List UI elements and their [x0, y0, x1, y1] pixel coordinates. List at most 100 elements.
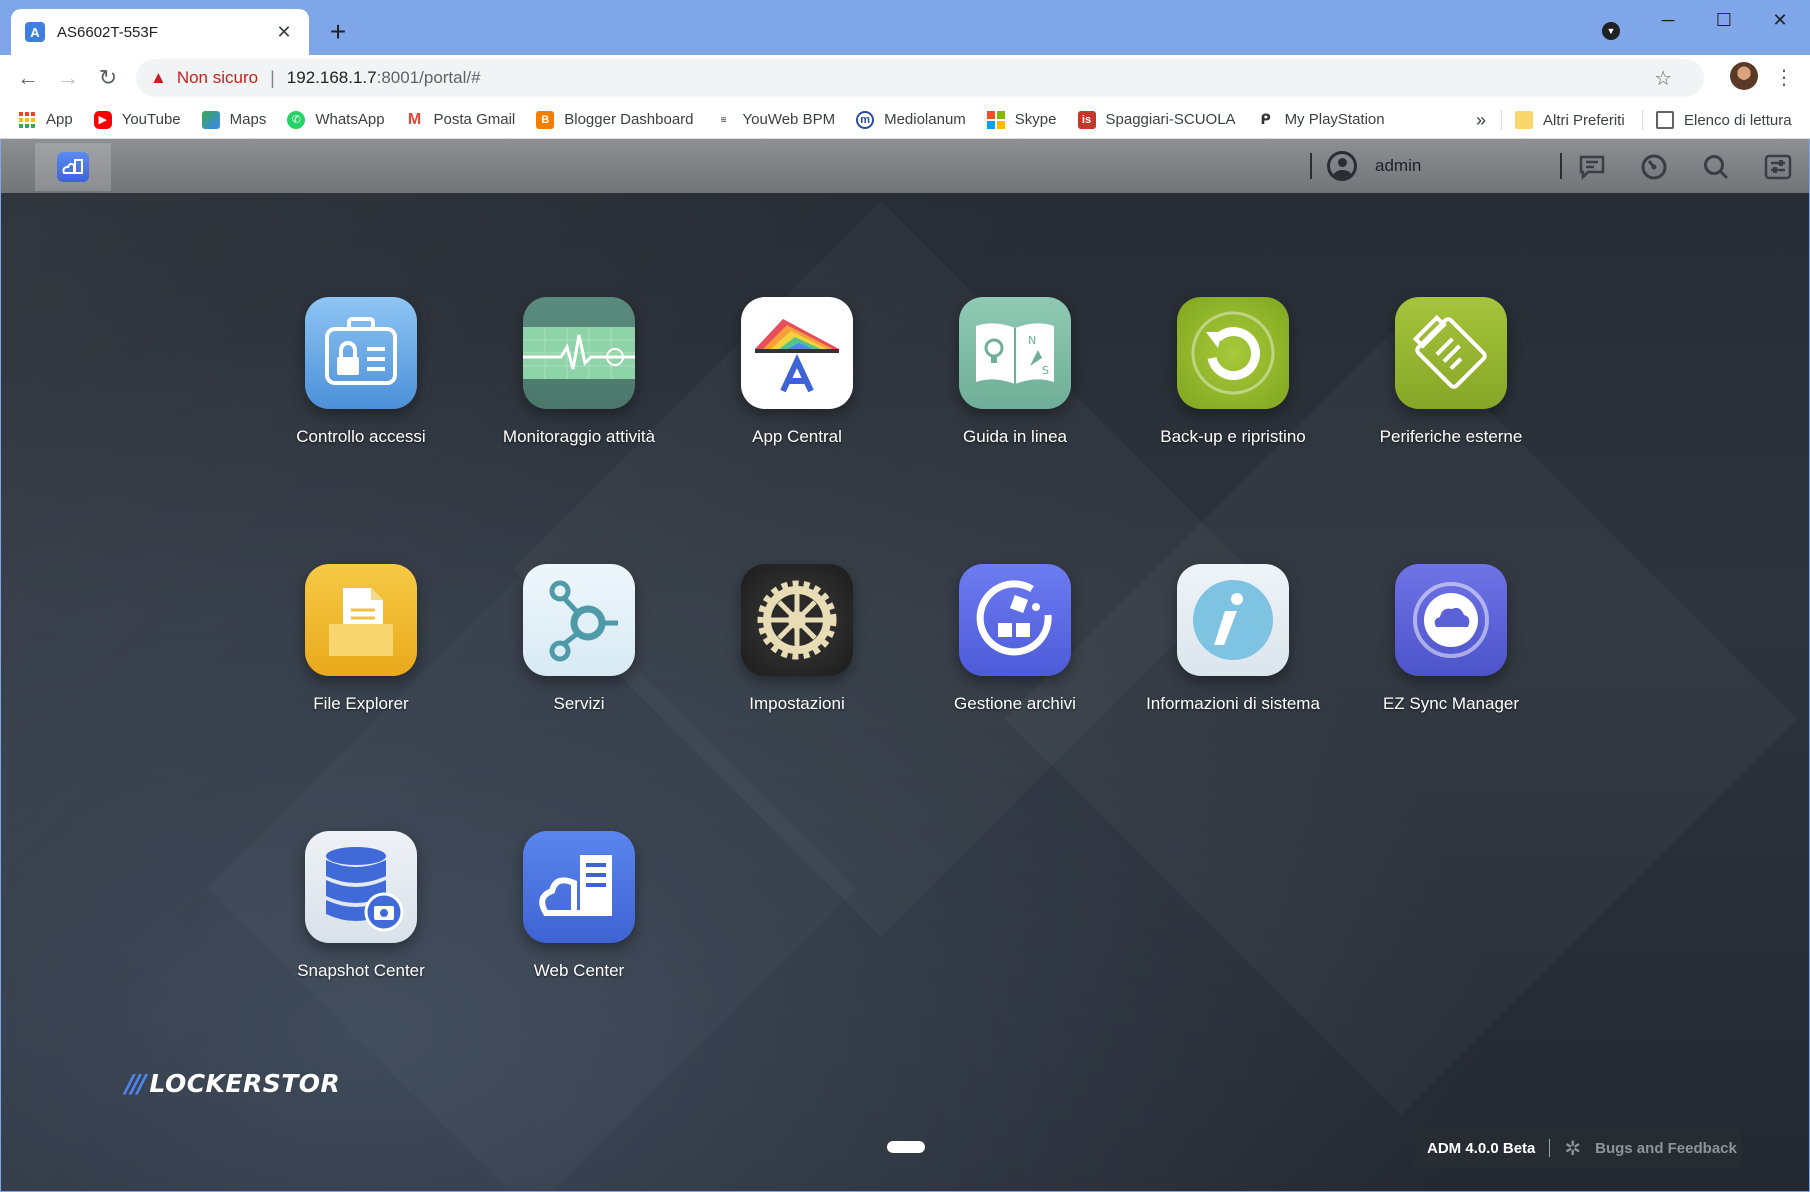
app-label: Impostazioni [749, 694, 845, 713]
snapshot-center-icon [305, 831, 417, 943]
bugs-feedback-link[interactable]: ✲ Bugs and Feedback [1564, 1136, 1736, 1161]
lockerstor-logo: /// LOCKERSTOR [125, 1069, 340, 1098]
badge-divider [1549, 1139, 1551, 1157]
security-label[interactable]: Non sicuro [177, 68, 258, 88]
app-label: Informazioni di sistema [1146, 694, 1320, 713]
bookmark-mediolanum[interactable]: m Mediolanum [856, 110, 966, 129]
app-informazioni-sistema[interactable]: Informazioni di sistema [1133, 564, 1333, 715]
tab-title: AS6602T-553F [57, 23, 158, 41]
feedback-label: Bugs and Feedback [1595, 1139, 1737, 1157]
app-label: Periferiche esterne [1379, 427, 1523, 446]
playstation-icon: ᑭ [1260, 111, 1271, 127]
chrome-menu-icon[interactable]: ⋮ [1774, 64, 1794, 92]
bookmark-label: YouWeb BPM [742, 111, 836, 128]
app-guida-in-linea[interactable]: NS Guida in linea [915, 297, 1115, 448]
ez-sync-icon [1395, 564, 1507, 676]
app-label: Back-up e ripristino [1160, 427, 1306, 446]
app-label: Guida in linea [963, 427, 1067, 446]
mediolanum-icon: m [856, 110, 875, 129]
browser-toolbar: ← → ↻ ▲ Non sicuro | 192.168.1.7:8001/po… [0, 55, 1810, 101]
bookmark-star-icon[interactable]: ☆ [1654, 66, 1672, 91]
bookmark-spaggiari[interactable]: is Spaggiari-SCUOLA [1077, 110, 1236, 129]
url-text[interactable]: 192.168.1.7:8001/portal/# [287, 68, 481, 88]
bookmark-gmail[interactable]: M Posta Gmail [406, 110, 516, 129]
reading-list-label: Elenco di lettura [1684, 111, 1792, 129]
app-gestione-archivi[interactable]: Gestione archivi [915, 564, 1115, 715]
close-tab-icon[interactable]: ✕ [273, 21, 295, 43]
app-controllo-accessi[interactable]: Controllo accessi [261, 297, 461, 448]
bookmark-maps[interactable]: Maps [201, 110, 266, 129]
forward-arrow-icon[interactable]: → [54, 64, 82, 92]
adm-version: ADM 4.0.0 Beta [1427, 1139, 1536, 1157]
other-bookmarks-label: Altri Preferiti [1543, 111, 1625, 129]
app-servizi[interactable]: Servizi [479, 564, 679, 715]
maps-icon [201, 110, 220, 129]
warning-triangle-icon: ▲ [150, 68, 167, 87]
bookmark-label: Spaggiari-SCUOLA [1105, 111, 1236, 128]
spaggiari-icon: is [1077, 110, 1096, 129]
bookmark-skype[interactable]: Skype [986, 110, 1057, 129]
profile-avatar[interactable] [1730, 62, 1758, 90]
external-devices-icon [1395, 297, 1507, 409]
app-web-center[interactable]: Web Center [479, 831, 679, 982]
bookmarks-overflow-button[interactable]: » [1476, 101, 1486, 139]
app-impostazioni[interactable]: Impostazioni [697, 564, 897, 715]
app-label: Controllo accessi [296, 427, 426, 446]
back-arrow-icon[interactable]: ← [14, 64, 42, 92]
address-separator: | [270, 67, 275, 88]
backup-restore-icon [1177, 297, 1289, 409]
app-file-explorer[interactable]: File Explorer [261, 564, 461, 715]
bookmarks-bar: App ▶ YouTube Maps ✆ WhatsApp M Posta Gm… [0, 101, 1810, 139]
app-app-central[interactable]: App Central [697, 297, 897, 448]
reading-list-button[interactable]: Elenco di lettura [1656, 101, 1792, 139]
reload-icon[interactable]: ↻ [94, 64, 122, 92]
services-icon [523, 564, 635, 676]
gmail-icon: M [407, 110, 422, 128]
browser-tab-strip: A AS6602T-553F ✕ + ▼ ─ ☐ ✕ [0, 0, 1810, 55]
bookmark-blogger[interactable]: B Blogger Dashboard [536, 110, 694, 129]
maximize-button[interactable]: ☐ [1696, 0, 1752, 40]
system-info-icon [1177, 564, 1289, 676]
bookmark-label: App [46, 111, 73, 128]
app-label: Gestione archivi [954, 694, 1076, 713]
bookmark-label: Posta Gmail [433, 111, 516, 128]
bookmark-label: WhatsApp [315, 111, 385, 128]
other-bookmarks-folder[interactable]: Altri Preferiti [1515, 101, 1625, 139]
bookmarks-divider [1642, 110, 1643, 130]
app-label: Web Center [533, 961, 625, 980]
bookmark-youweb-bpm[interactable]: ≋ YouWeb BPM [715, 111, 836, 129]
bookmark-playstation[interactable]: ᑭ My PlayStation [1257, 111, 1384, 129]
access-control-icon [305, 297, 417, 409]
close-window-button[interactable]: ✕ [1752, 0, 1808, 40]
logo-text: LOCKERSTOR [149, 1069, 341, 1098]
bpm-icon: ≋ [720, 115, 727, 124]
app-periferiche-esterne[interactable]: Periferiche esterne [1351, 297, 1551, 448]
skype-icon [986, 110, 1005, 129]
minimize-button[interactable]: ─ [1640, 0, 1696, 40]
activity-monitor-icon [523, 297, 635, 409]
app-central-icon [741, 297, 853, 409]
app-monitoraggio-attivita[interactable]: Monitoraggio attività [479, 297, 679, 448]
folder-icon [1515, 111, 1533, 129]
app-label: Servizi [553, 694, 605, 713]
apps-grid-icon [18, 111, 36, 129]
youtube-icon: ▶ [93, 110, 112, 129]
logo-mark-icon: /// [125, 1069, 146, 1098]
app-snapshot-center[interactable]: Snapshot Center [261, 831, 461, 982]
browser-tab[interactable]: A AS6602T-553F ✕ [11, 9, 309, 55]
app-label: EZ Sync Manager [1382, 694, 1520, 713]
bookmark-label: Skype [1014, 111, 1057, 128]
bookmark-whatsapp[interactable]: ✆ WhatsApp [287, 110, 385, 129]
bookmarks-divider [1501, 110, 1502, 130]
app-ez-sync-manager[interactable]: EZ Sync Manager [1351, 564, 1551, 715]
new-tab-button[interactable]: + [326, 14, 350, 50]
reading-list-icon [1656, 111, 1674, 129]
tab-search-icon[interactable]: ▼ [1602, 22, 1620, 40]
app-backup-ripristino[interactable]: Back-up e ripristino [1133, 297, 1333, 448]
settings-icon [741, 564, 853, 676]
address-bar[interactable]: ▲ Non sicuro | 192.168.1.7:8001/portal/#… [136, 59, 1704, 97]
page-indicator[interactable] [887, 1141, 925, 1153]
bookmark-youtube[interactable]: ▶ YouTube [93, 110, 181, 129]
bookmark-app[interactable]: App [18, 111, 73, 129]
app-label: Snapshot Center [297, 961, 425, 980]
